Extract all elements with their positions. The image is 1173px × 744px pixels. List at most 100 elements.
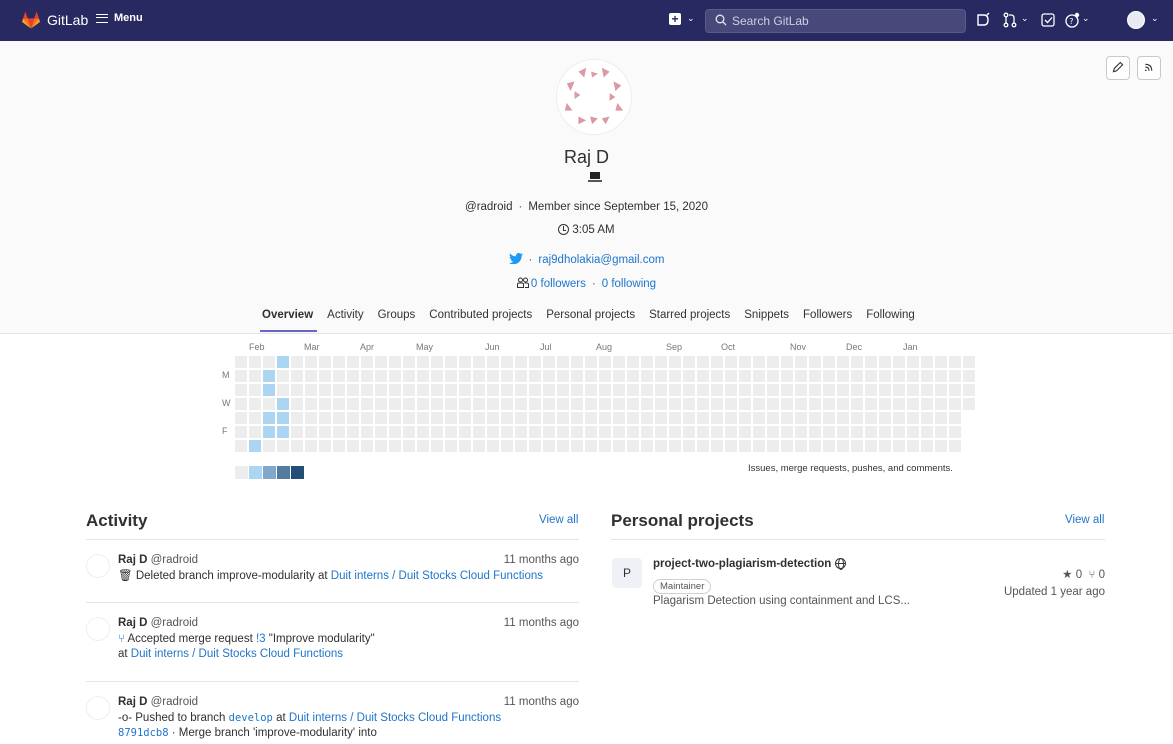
calendar-day-cell[interactable] xyxy=(585,426,597,438)
calendar-day-cell[interactable] xyxy=(795,398,807,410)
calendar-day-cell[interactable] xyxy=(851,356,863,368)
calendar-day-cell[interactable] xyxy=(627,370,639,382)
calendar-day-cell[interactable] xyxy=(487,356,499,368)
calendar-day-cell[interactable] xyxy=(641,440,653,452)
help-icon[interactable]: ? xyxy=(1064,11,1080,29)
calendar-day-cell[interactable] xyxy=(501,356,513,368)
calendar-day-cell[interactable] xyxy=(907,426,919,438)
calendar-day-cell[interactable] xyxy=(907,440,919,452)
chevron-down-icon[interactable]: ⌄ xyxy=(1021,13,1029,24)
calendar-day-cell[interactable] xyxy=(683,426,695,438)
calendar-day-cell[interactable] xyxy=(753,370,765,382)
calendar-day-cell[interactable] xyxy=(683,356,695,368)
calendar-day-cell[interactable] xyxy=(781,384,793,396)
calendar-day-cell[interactable] xyxy=(851,370,863,382)
calendar-day-cell[interactable] xyxy=(949,398,961,410)
calendar-day-cell[interactable] xyxy=(921,356,933,368)
calendar-day-cell[interactable] xyxy=(935,440,947,452)
calendar-day-cell[interactable] xyxy=(655,370,667,382)
calendar-day-cell[interactable] xyxy=(557,440,569,452)
calendar-day-cell[interactable] xyxy=(655,398,667,410)
calendar-day-cell[interactable] xyxy=(795,370,807,382)
calendar-day-cell[interactable] xyxy=(501,370,513,382)
calendar-day-cell[interactable] xyxy=(375,412,387,424)
calendar-day-cell[interactable] xyxy=(711,412,723,424)
calendar-day-cell[interactable] xyxy=(291,356,303,368)
calendar-day-cell[interactable] xyxy=(473,440,485,452)
gitlab-logo-icon[interactable] xyxy=(22,12,40,29)
calendar-day-cell[interactable] xyxy=(697,412,709,424)
calendar-day-cell[interactable] xyxy=(515,440,527,452)
chevron-down-icon[interactable]: ⌄ xyxy=(1151,13,1159,24)
calendar-day-cell[interactable] xyxy=(613,384,625,396)
calendar-day-cell[interactable] xyxy=(935,398,947,410)
calendar-day-cell[interactable] xyxy=(445,440,457,452)
calendar-day-cell[interactable] xyxy=(641,370,653,382)
calendar-day-cell[interactable] xyxy=(907,412,919,424)
calendar-day-cell[interactable] xyxy=(529,412,541,424)
calendar-day-cell[interactable] xyxy=(263,440,275,452)
calendar-day-cell[interactable] xyxy=(333,426,345,438)
calendar-day-cell[interactable] xyxy=(893,398,905,410)
user-avatar[interactable] xyxy=(1127,11,1145,29)
calendar-day-cell[interactable] xyxy=(613,440,625,452)
calendar-day-cell[interactable] xyxy=(865,356,877,368)
calendar-day-cell[interactable] xyxy=(305,398,317,410)
tab-overview[interactable]: Overview xyxy=(259,309,318,332)
calendar-day-cell[interactable] xyxy=(571,440,583,452)
email-link[interactable]: raj9dholakia@gmail.com xyxy=(538,254,664,266)
calendar-day-cell[interactable] xyxy=(389,412,401,424)
calendar-day-cell[interactable] xyxy=(361,356,373,368)
calendar-day-cell[interactable] xyxy=(809,412,821,424)
calendar-day-cell[interactable] xyxy=(725,398,737,410)
calendar-day-cell[interactable] xyxy=(711,440,723,452)
calendar-day-cell[interactable] xyxy=(613,356,625,368)
calendar-day-cell[interactable] xyxy=(823,440,835,452)
calendar-day-cell[interactable] xyxy=(599,440,611,452)
calendar-day-cell[interactable] xyxy=(515,356,527,368)
calendar-day-cell[interactable] xyxy=(907,384,919,396)
calendar-day-cell[interactable] xyxy=(823,356,835,368)
calendar-day-cell[interactable] xyxy=(501,440,513,452)
calendar-day-cell[interactable] xyxy=(305,412,317,424)
chevron-down-icon[interactable]: ⌄ xyxy=(687,13,695,24)
calendar-day-cell[interactable] xyxy=(235,398,247,410)
calendar-day-cell[interactable] xyxy=(417,370,429,382)
calendar-day-cell[interactable] xyxy=(375,356,387,368)
brand-name[interactable]: GitLab xyxy=(47,12,88,28)
calendar-day-cell[interactable] xyxy=(249,384,261,396)
calendar-day-cell[interactable] xyxy=(347,356,359,368)
calendar-day-cell[interactable] xyxy=(529,356,541,368)
calendar-day-cell[interactable] xyxy=(585,412,597,424)
calendar-day-cell[interactable] xyxy=(487,370,499,382)
calendar-day-cell[interactable] xyxy=(333,398,345,410)
calendar-day-cell[interactable] xyxy=(669,398,681,410)
calendar-day-cell[interactable] xyxy=(417,356,429,368)
calendar-day-cell[interactable] xyxy=(655,356,667,368)
calendar-day-cell[interactable] xyxy=(879,398,891,410)
calendar-day-cell[interactable] xyxy=(361,440,373,452)
calendar-day-cell[interactable] xyxy=(333,440,345,452)
calendar-day-cell[interactable] xyxy=(459,370,471,382)
calendar-day-cell[interactable] xyxy=(291,370,303,382)
calendar-day-cell[interactable] xyxy=(333,384,345,396)
calendar-day-cell[interactable] xyxy=(851,440,863,452)
calendar-day-cell[interactable] xyxy=(529,370,541,382)
calendar-day-cell[interactable] xyxy=(767,384,779,396)
calendar-day-cell[interactable] xyxy=(641,412,653,424)
calendar-day-cell[interactable] xyxy=(333,412,345,424)
calendar-day-cell[interactable] xyxy=(879,370,891,382)
calendar-day-cell[interactable] xyxy=(823,384,835,396)
tab-personal-projects[interactable]: Personal projects xyxy=(546,309,635,329)
calendar-day-cell[interactable] xyxy=(249,398,261,410)
calendar-day-cell[interactable] xyxy=(459,412,471,424)
tab-groups[interactable]: Groups xyxy=(378,309,416,329)
calendar-day-cell[interactable] xyxy=(599,426,611,438)
calendar-day-cell[interactable] xyxy=(865,440,877,452)
calendar-day-cell[interactable] xyxy=(879,440,891,452)
calendar-day-cell[interactable] xyxy=(851,426,863,438)
calendar-day-cell[interactable] xyxy=(613,398,625,410)
calendar-day-cell[interactable] xyxy=(935,412,947,424)
merge-requests-icon[interactable] xyxy=(1002,11,1018,29)
calendar-day-cell[interactable] xyxy=(487,384,499,396)
